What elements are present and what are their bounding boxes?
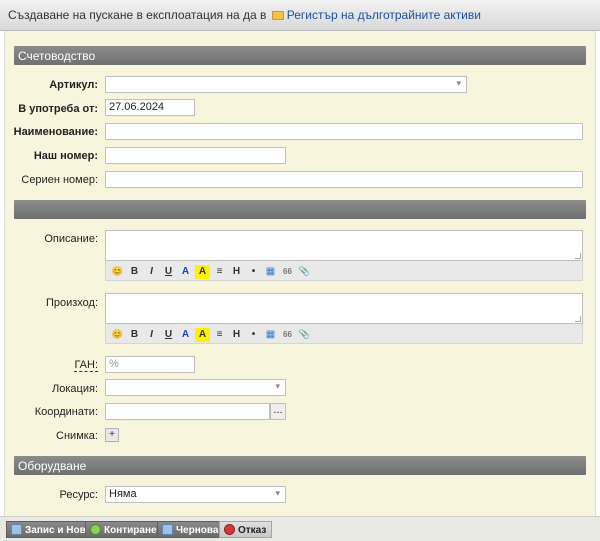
align-button[interactable]: ≡ xyxy=(212,328,227,342)
heading-button[interactable]: H xyxy=(229,265,244,279)
coordinates-input[interactable] xyxy=(105,403,270,420)
section-equipment: Оборудване xyxy=(14,456,586,475)
our-number-label: Наш номер: xyxy=(33,150,98,162)
emoji-icon[interactable]: 😊 xyxy=(110,327,125,341)
description-textarea[interactable] xyxy=(105,230,583,261)
footer-toolbar: Запис и Нов Контиране Чернова Отказ xyxy=(0,516,600,541)
cancel-label: Отказ xyxy=(238,525,267,536)
resource-label: Ресурс: xyxy=(59,489,98,501)
cancel-icon xyxy=(224,524,235,535)
highlight-button[interactable]: A xyxy=(195,328,210,342)
name-input[interactable] xyxy=(105,123,583,140)
title-prefix: Създаване на пускане в експлоатация на д… xyxy=(8,8,267,22)
underline-button[interactable]: U xyxy=(161,265,176,279)
heading-button[interactable]: H xyxy=(229,328,244,342)
resource-select[interactable]: Няма xyxy=(105,486,286,503)
italic-button[interactable]: I xyxy=(144,328,159,342)
post-label: Контиране xyxy=(104,525,157,536)
article-label: Артикул: xyxy=(49,79,98,91)
folder-icon xyxy=(271,11,284,20)
origin-label: Произход: xyxy=(45,297,98,309)
cancel-button[interactable]: Отказ xyxy=(219,521,273,538)
add-photo-button[interactable]: + xyxy=(105,428,119,442)
serial-label: Сериен номер: xyxy=(21,174,98,186)
serial-input[interactable] xyxy=(105,171,583,188)
text-color-button[interactable]: A xyxy=(178,328,193,342)
location-select[interactable] xyxy=(105,379,286,396)
name-label: Наименование: xyxy=(13,126,98,138)
description-label: Описание: xyxy=(44,233,98,245)
section-blank xyxy=(14,200,586,219)
bullet-list-button[interactable]: • xyxy=(246,265,261,279)
gan-input[interactable]: % xyxy=(105,356,195,373)
text-color-button[interactable]: A xyxy=(178,265,193,279)
highlight-button[interactable]: A xyxy=(195,265,210,279)
draft-label: Чернова xyxy=(176,525,219,536)
bold-button[interactable]: B xyxy=(127,265,142,279)
coordinates-picker-button[interactable]: ... xyxy=(270,403,286,420)
post-button[interactable]: Контиране xyxy=(85,521,163,538)
underline-button[interactable]: U xyxy=(161,328,176,342)
italic-button[interactable]: I xyxy=(144,265,159,279)
bullet-list-button[interactable]: • xyxy=(246,328,261,342)
coordinates-label: Координати: xyxy=(34,406,98,418)
emoji-icon[interactable]: 😊 xyxy=(110,264,125,278)
our-number-input[interactable] xyxy=(105,147,286,164)
title-bar: Създаване на пускане в експлоатация на д… xyxy=(0,0,600,31)
draft-icon xyxy=(162,524,173,535)
attach-icon[interactable]: 📎 xyxy=(297,264,312,278)
gan-label-text: ГАН: xyxy=(74,359,98,372)
attach-icon[interactable]: 📎 xyxy=(297,327,312,341)
save-new-label: Запис и Нов xyxy=(25,525,86,536)
in-use-date-input[interactable]: 27.06.2024 xyxy=(105,99,195,116)
photo-label: Снимка: xyxy=(56,430,98,442)
in-use-label: В употреба от: xyxy=(18,103,98,115)
description-toolbar: 😊 B I U A A ≡ H • ▦ 66 📎 xyxy=(105,261,583,281)
origin-toolbar: 😊 B I U A A ≡ H • ▦ 66 📎 xyxy=(105,324,583,344)
table-button[interactable]: ▦ xyxy=(263,328,278,342)
quote-button[interactable]: 66 xyxy=(280,265,295,279)
bold-button[interactable]: B xyxy=(127,328,142,342)
register-link[interactable]: Регистър на дълготрайните активи xyxy=(287,8,481,22)
save-new-button[interactable]: Запис и Нов xyxy=(6,521,92,538)
origin-textarea[interactable] xyxy=(105,293,583,324)
article-select[interactable] xyxy=(105,76,467,93)
save-icon xyxy=(11,524,22,535)
quote-button[interactable]: 66 xyxy=(280,328,295,342)
section-accounting: Счетоводство xyxy=(14,46,586,65)
align-button[interactable]: ≡ xyxy=(212,265,227,279)
check-icon xyxy=(90,524,101,535)
location-label: Локация: xyxy=(52,383,98,395)
table-button[interactable]: ▦ xyxy=(263,265,278,279)
draft-button[interactable]: Чернова xyxy=(157,521,225,538)
gan-label: ГАН: xyxy=(4,359,98,372)
